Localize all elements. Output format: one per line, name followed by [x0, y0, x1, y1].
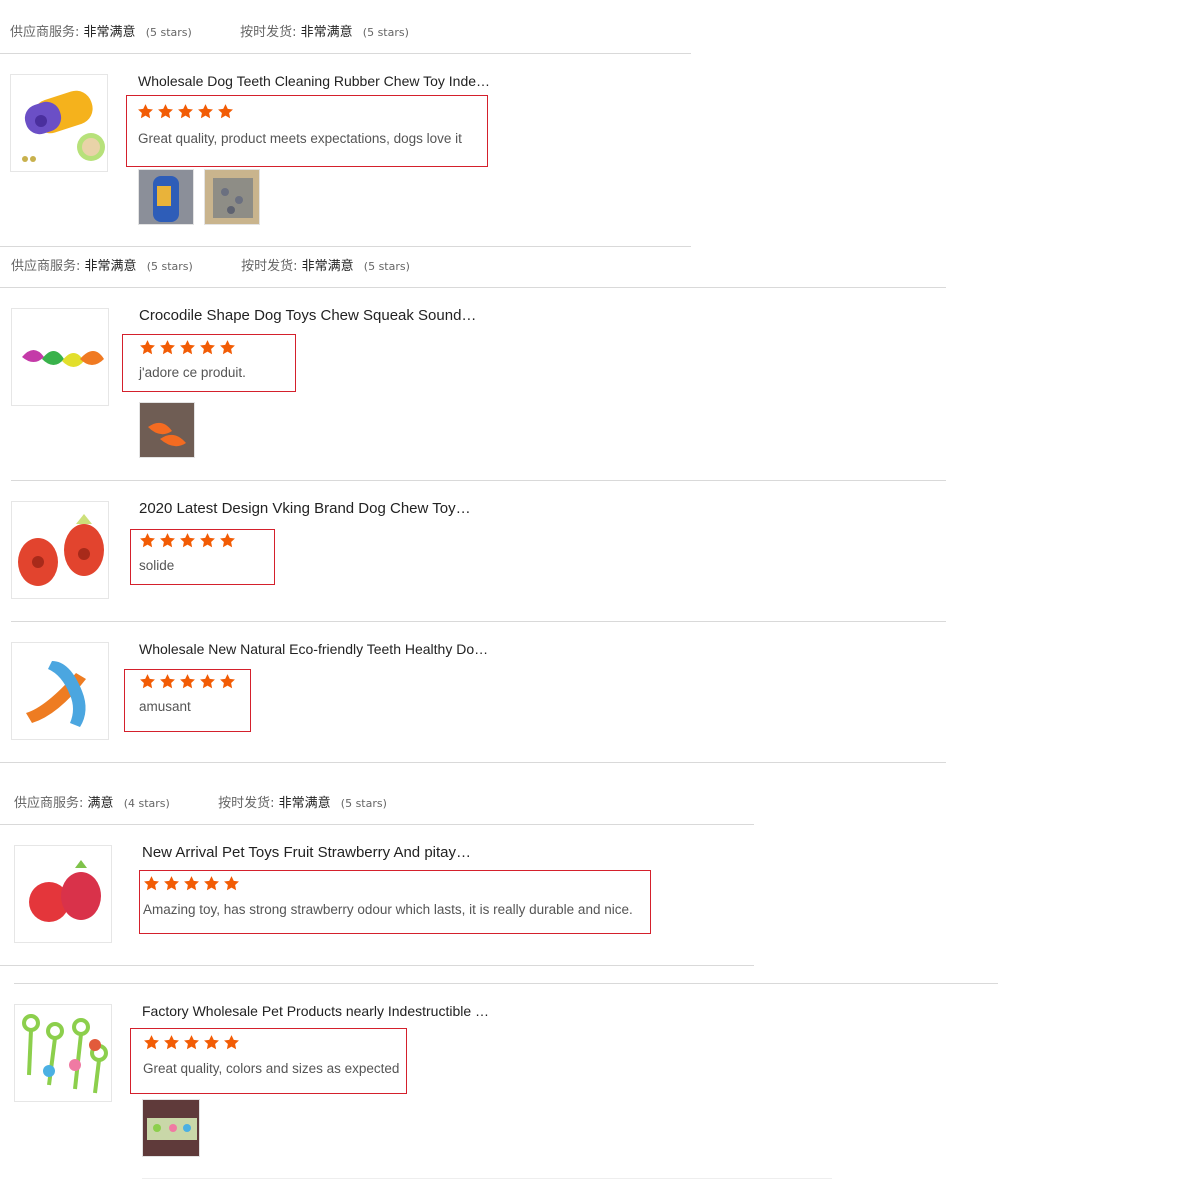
product-image[interactable] [14, 1004, 112, 1102]
star-icon [223, 1034, 240, 1052]
supplier-rating-row: 供应商服务: 非常满意 (5 stars) 按时发货: 非常满意 (5 star… [11, 255, 410, 274]
star-icon [199, 673, 216, 691]
product-image[interactable] [11, 308, 109, 406]
star-icon [163, 1034, 180, 1052]
star-icon [177, 103, 194, 121]
service-value: 非常满意 [83, 25, 136, 40]
star-icon [199, 339, 216, 357]
star-icon [159, 532, 176, 550]
product-image[interactable] [11, 501, 109, 599]
shipping-stars: (5 stars) [363, 260, 410, 273]
divider [0, 762, 946, 763]
service-stars: (5 stars) [145, 26, 192, 39]
review-highlight-box: Amazing toy, has strong strawberry odour… [139, 870, 651, 934]
product-title[interactable]: Crocodile Shape Dog Toys Chew Squeak Sou… [139, 307, 476, 324]
divider [11, 621, 946, 622]
review-photo[interactable] [204, 169, 260, 225]
review-text: Great quality, colors and sizes as expec… [143, 1061, 400, 1076]
service-stars: (4 stars) [123, 797, 170, 810]
divider [0, 53, 691, 54]
star-icon [163, 875, 180, 893]
service-label: 供应商服务: [14, 796, 84, 811]
product-title[interactable]: Wholesale New Natural Eco-friendly Teeth… [139, 641, 488, 657]
shipping-value: 非常满意 [278, 796, 331, 811]
star-icon [139, 673, 156, 691]
star-icon [143, 875, 160, 893]
service-value: 非常满意 [84, 259, 137, 274]
star-icon [179, 532, 196, 550]
star-icon [203, 1034, 220, 1052]
shipping-label: 按时发货: [218, 796, 275, 811]
star-rating [139, 673, 236, 691]
review-photo[interactable] [139, 402, 195, 458]
review-highlight-box: solide [130, 529, 275, 585]
star-icon [179, 673, 196, 691]
supplier-rating-row: 供应商服务: 满意 (4 stars) 按时发货: 非常满意 (5 stars) [14, 792, 387, 811]
review-photo[interactable] [142, 1099, 200, 1157]
star-rating [139, 339, 236, 357]
divider [11, 480, 946, 481]
product-image[interactable] [11, 642, 109, 740]
star-icon [139, 532, 156, 550]
divider [0, 965, 754, 966]
review-photo[interactable] [138, 169, 194, 225]
divider [0, 246, 691, 247]
shipping-stars: (5 stars) [362, 26, 409, 39]
product-title[interactable]: New Arrival Pet Toys Fruit Strawberry An… [142, 844, 471, 861]
product-title[interactable]: 2020 Latest Design Vking Brand Dog Chew … [139, 500, 471, 517]
star-icon [183, 1034, 200, 1052]
star-icon [159, 339, 176, 357]
star-icon [219, 532, 236, 550]
shipping-value: 非常满意 [300, 25, 353, 40]
supplier-rating-row: 供应商服务: 非常满意 (5 stars) 按时发货: 非常满意 (5 star… [10, 21, 409, 40]
review-highlight-box: j'adore ce produit. [122, 334, 296, 392]
star-rating [143, 875, 240, 893]
divider [142, 1178, 832, 1179]
product-image[interactable] [10, 74, 108, 172]
review-text: solide [139, 558, 175, 573]
star-icon [203, 875, 220, 893]
review-text: amusant [139, 699, 191, 714]
divider [0, 824, 754, 825]
star-icon [157, 103, 174, 121]
review-highlight-box: Great quality, colors and sizes as expec… [130, 1028, 407, 1094]
product-title[interactable]: Factory Wholesale Pet Products nearly In… [142, 1003, 489, 1019]
star-icon [217, 103, 234, 121]
divider [14, 983, 998, 984]
star-icon [183, 875, 200, 893]
review-text: Great quality, product meets expectation… [138, 131, 462, 146]
service-label: 供应商服务: [10, 25, 80, 40]
star-rating [143, 1034, 240, 1052]
shipping-stars: (5 stars) [340, 797, 387, 810]
star-icon [137, 103, 154, 121]
star-rating [137, 103, 234, 121]
star-icon [223, 875, 240, 893]
star-icon [139, 339, 156, 357]
review-highlight-box: Great quality, product meets expectation… [126, 95, 488, 167]
star-icon [143, 1034, 160, 1052]
shipping-label: 按时发货: [240, 25, 297, 40]
star-icon [159, 673, 176, 691]
shipping-label: 按时发货: [241, 259, 298, 274]
review-text: Amazing toy, has strong strawberry odour… [143, 902, 633, 917]
star-icon [219, 673, 236, 691]
product-title[interactable]: Wholesale Dog Teeth Cleaning Rubber Chew… [138, 73, 490, 89]
shipping-value: 非常满意 [301, 259, 354, 274]
star-icon [199, 532, 216, 550]
star-icon [219, 339, 236, 357]
star-icon [197, 103, 214, 121]
service-stars: (5 stars) [146, 260, 193, 273]
star-rating [139, 532, 236, 550]
service-value: 满意 [87, 796, 114, 811]
product-image[interactable] [14, 845, 112, 943]
review-text: j'adore ce produit. [139, 365, 246, 380]
review-highlight-box: amusant [124, 669, 251, 732]
divider [0, 287, 946, 288]
star-icon [179, 339, 196, 357]
service-label: 供应商服务: [11, 259, 81, 274]
